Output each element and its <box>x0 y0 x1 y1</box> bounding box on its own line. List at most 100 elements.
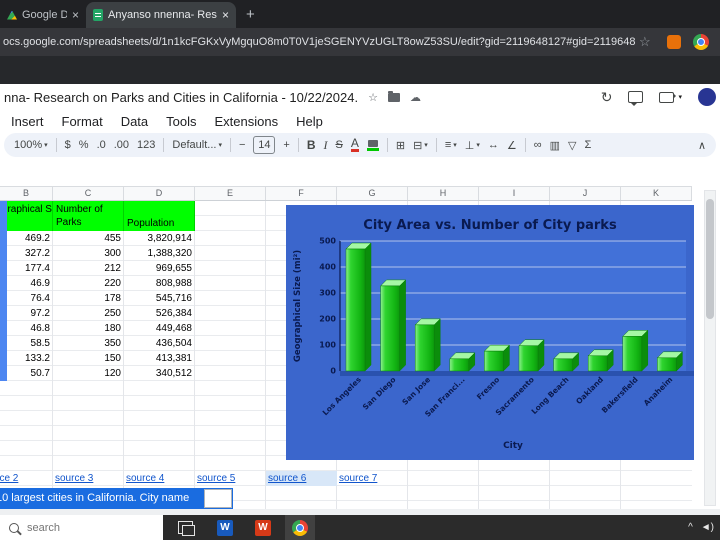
table-row[interactable]: 50.7120340,512 <box>0 366 195 381</box>
volume-icon[interactable]: ◄) <box>701 522 714 533</box>
zoom-select[interactable]: 100% ▾ <box>14 139 48 151</box>
cell-population[interactable]: 545,716 <box>124 291 195 306</box>
source-link[interactable]: source 4 <box>126 473 164 484</box>
cell-number-of-parks[interactable]: 120 <box>53 366 124 381</box>
bold-button[interactable]: B <box>307 138 316 152</box>
cell-population[interactable]: 3,820,914 <box>124 231 195 246</box>
functions-button[interactable]: Σ <box>584 139 591 151</box>
header-cell-number-of-parks[interactable]: Number of Parks <box>53 201 124 231</box>
chrome-app-button[interactable] <box>285 515 315 540</box>
decrease-decimals-button[interactable]: .0 <box>97 139 106 151</box>
banner-cell[interactable]: 10 largest cities in California. City na… <box>0 488 233 509</box>
table-row[interactable]: 469.24553,820,914 <box>0 231 195 246</box>
active-cell[interactable] <box>204 489 232 508</box>
table-row[interactable]: 76.4178545,716 <box>0 291 195 306</box>
cell-geographical-size[interactable]: 97.2 <box>0 306 53 321</box>
bookmark-star-icon[interactable]: ☆ <box>639 34 651 50</box>
cell-geographical-size[interactable]: 50.7 <box>0 366 53 381</box>
menu-extensions[interactable]: Extensions <box>206 114 288 129</box>
menu-insert[interactable]: Insert <box>2 114 53 129</box>
insert-link-button[interactable]: ∞ <box>534 139 542 151</box>
vertical-scrollbar[interactable] <box>704 190 716 506</box>
cell-number-of-parks[interactable]: 250 <box>53 306 124 321</box>
cell-geographical-size[interactable]: 46.8 <box>0 321 53 336</box>
source-cell[interactable]: source 5 <box>195 471 266 486</box>
source-cell[interactable]: source 6 <box>266 471 337 486</box>
table-row[interactable]: 46.9220808,988 <box>0 276 195 291</box>
source-cell[interactable]: source 7 <box>337 471 408 486</box>
tab-sheets-doc[interactable]: Anyanso nnenna- Research on × <box>86 2 236 28</box>
increase-font-size-button[interactable]: + <box>283 139 289 151</box>
extension-icon[interactable] <box>667 35 681 49</box>
more-formats-button[interactable]: 123 <box>137 139 155 151</box>
font-size-input[interactable]: 14 <box>253 136 275 154</box>
vertical-align-button[interactable]: ⊥ ▾ <box>465 139 480 152</box>
tray-expand-icon[interactable]: ^ <box>688 522 693 533</box>
strikethrough-button[interactable]: S <box>336 139 343 151</box>
menu-tools[interactable]: Tools <box>157 114 205 129</box>
format-currency-button[interactable]: $ <box>65 139 71 151</box>
cell-geographical-size[interactable]: 133.2 <box>0 351 53 366</box>
column-header[interactable]: H <box>408 187 479 200</box>
star-icon[interactable]: ☆ <box>368 91 378 104</box>
cell-population[interactable]: 808,988 <box>124 276 195 291</box>
source-link[interactable]: source 2 <box>0 471 18 486</box>
version-history-icon[interactable]: ↻ <box>601 89 613 106</box>
cell-geographical-size[interactable]: 46.9 <box>0 276 53 291</box>
menu-help[interactable]: Help <box>287 114 332 129</box>
table-row[interactable]: 327.23001,388,320 <box>0 246 195 261</box>
profile-avatar[interactable] <box>693 34 709 50</box>
chart[interactable]: 0100200300400500Los AngelesSan DiegoSan … <box>286 205 694 460</box>
cell-number-of-parks[interactable]: 178 <box>53 291 124 306</box>
wps-app-icon[interactable]: W <box>255 520 271 536</box>
increase-decimals-button[interactable]: .00 <box>114 139 129 151</box>
close-tab-icon[interactable]: × <box>222 8 229 22</box>
menu-data[interactable]: Data <box>112 114 157 129</box>
source-cell[interactable]: source 4 <box>124 471 195 486</box>
format-percent-button[interactable]: % <box>79 139 89 151</box>
word-app-icon[interactable]: W <box>217 520 233 536</box>
header-cell-population[interactable]: Population <box>124 201 195 231</box>
text-color-button[interactable]: A <box>351 138 359 152</box>
column-header[interactable]: C <box>53 187 124 200</box>
new-tab-button[interactable]: + <box>246 6 255 23</box>
merge-cells-button[interactable]: ⊟ ▾ <box>413 139 428 152</box>
address-bar[interactable]: ocs.google.com/spreadsheets/d/1n1kcFGKxV… <box>0 36 635 48</box>
source-link[interactable]: source 3 <box>55 473 93 484</box>
cell-number-of-parks[interactable]: 300 <box>53 246 124 261</box>
cell-number-of-parks[interactable]: 180 <box>53 321 124 336</box>
cell-geographical-size[interactable]: 177.4 <box>0 261 53 276</box>
borders-button[interactable]: ⊞ <box>396 139 405 152</box>
font-select[interactable]: Default... ▾ <box>172 139 222 151</box>
table-row[interactable]: 177.4212969,655 <box>0 261 195 276</box>
text-wrap-button[interactable]: ↔ <box>488 139 499 151</box>
source-link[interactable]: source 5 <box>197 473 235 484</box>
move-folder-icon[interactable] <box>388 93 400 102</box>
cell-population[interactable]: 526,384 <box>124 306 195 321</box>
cell-geographical-size[interactable]: 76.4 <box>0 291 53 306</box>
column-header[interactable]: K <box>621 187 692 200</box>
cell-number-of-parks[interactable]: 150 <box>53 351 124 366</box>
column-header[interactable]: G <box>337 187 408 200</box>
insert-chart-button[interactable]: ▥ <box>550 139 560 152</box>
text-rotation-button[interactable]: ∠ <box>507 139 517 152</box>
table-row[interactable]: 58.5350436,504 <box>0 336 195 351</box>
source-link[interactable]: source 7 <box>339 473 377 484</box>
cell-geographical-size[interactable]: 469.2 <box>0 231 53 246</box>
tab-google-drive[interactable]: Google Driv × <box>0 2 86 28</box>
cell-population[interactable]: 413,381 <box>124 351 195 366</box>
cell-population[interactable]: 449,468 <box>124 321 195 336</box>
close-tab-icon[interactable]: × <box>72 8 79 22</box>
search-input[interactable] <box>25 521 139 535</box>
cell-population[interactable]: 340,512 <box>124 366 195 381</box>
cell-number-of-parks[interactable]: 212 <box>53 261 124 276</box>
taskbar-search[interactable] <box>0 515 163 540</box>
collapse-toolbar-icon[interactable]: ∧ <box>698 139 706 152</box>
cell-geographical-size[interactable]: 327.2 <box>0 246 53 261</box>
cell-population[interactable]: 436,504 <box>124 336 195 351</box>
column-header[interactable]: J <box>550 187 621 200</box>
decrease-font-size-button[interactable]: − <box>239 139 245 151</box>
cell-number-of-parks[interactable]: 220 <box>53 276 124 291</box>
cell-population[interactable]: 969,655 <box>124 261 195 276</box>
source-cell[interactable]: source 2 <box>0 471 53 486</box>
